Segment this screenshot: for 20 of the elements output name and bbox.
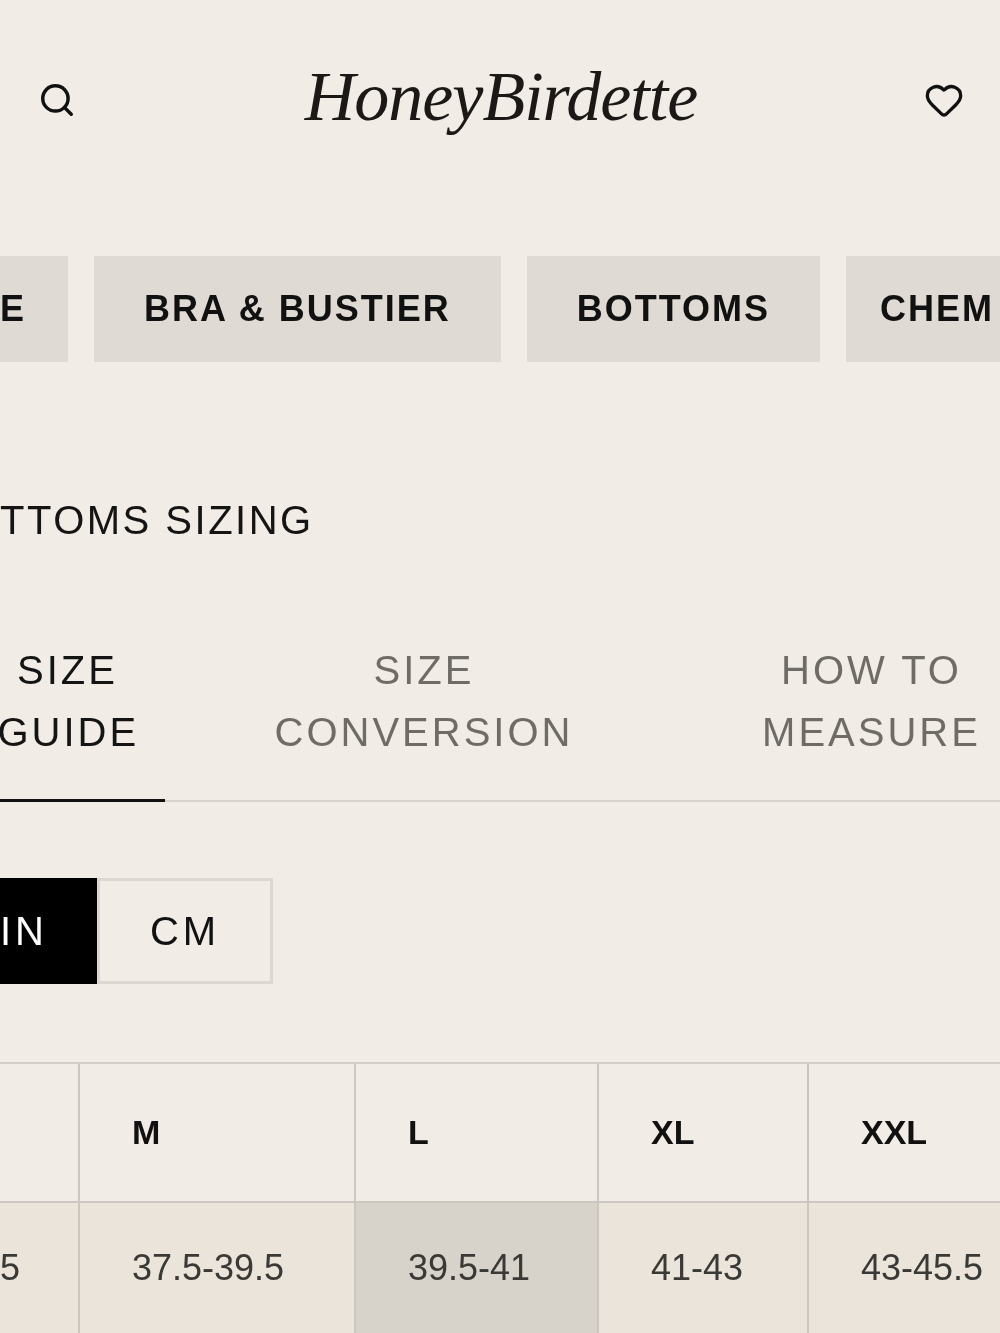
table-cell: 39.5-41 — [354, 1203, 597, 1333]
section-title: TTOMS SIZING — [0, 497, 314, 544]
category-chip[interactable]: E — [0, 256, 68, 362]
column-header: XXL — [861, 1113, 928, 1152]
brand-logo[interactable]: HoneyBirdette — [304, 61, 698, 138]
category-chip[interactable]: CHEM — [846, 256, 1000, 362]
table-cell: 37.5-39.5 — [78, 1203, 354, 1333]
column-header: M — [132, 1113, 161, 1152]
category-chip[interactable]: BRA & BUSTIER — [94, 256, 501, 362]
unit-toggle-button[interactable]: IN — [0, 878, 97, 984]
table-cell: 41-43 — [597, 1203, 807, 1333]
unit-toggle-button[interactable]: CM — [97, 878, 273, 984]
column-header: L — [408, 1113, 429, 1152]
table-cell: 5 — [0, 1203, 78, 1333]
column-header: XL — [651, 1113, 695, 1152]
tab[interactable]: SIZE GUIDE — [0, 639, 165, 802]
table-cell: 43-45.5 — [807, 1203, 1000, 1333]
tab[interactable]: HOW TO MEASURE — [683, 639, 1000, 802]
tab[interactable]: SIZE CONVERSION — [165, 639, 683, 802]
category-chip[interactable]: BOTTOMS — [526, 256, 821, 362]
